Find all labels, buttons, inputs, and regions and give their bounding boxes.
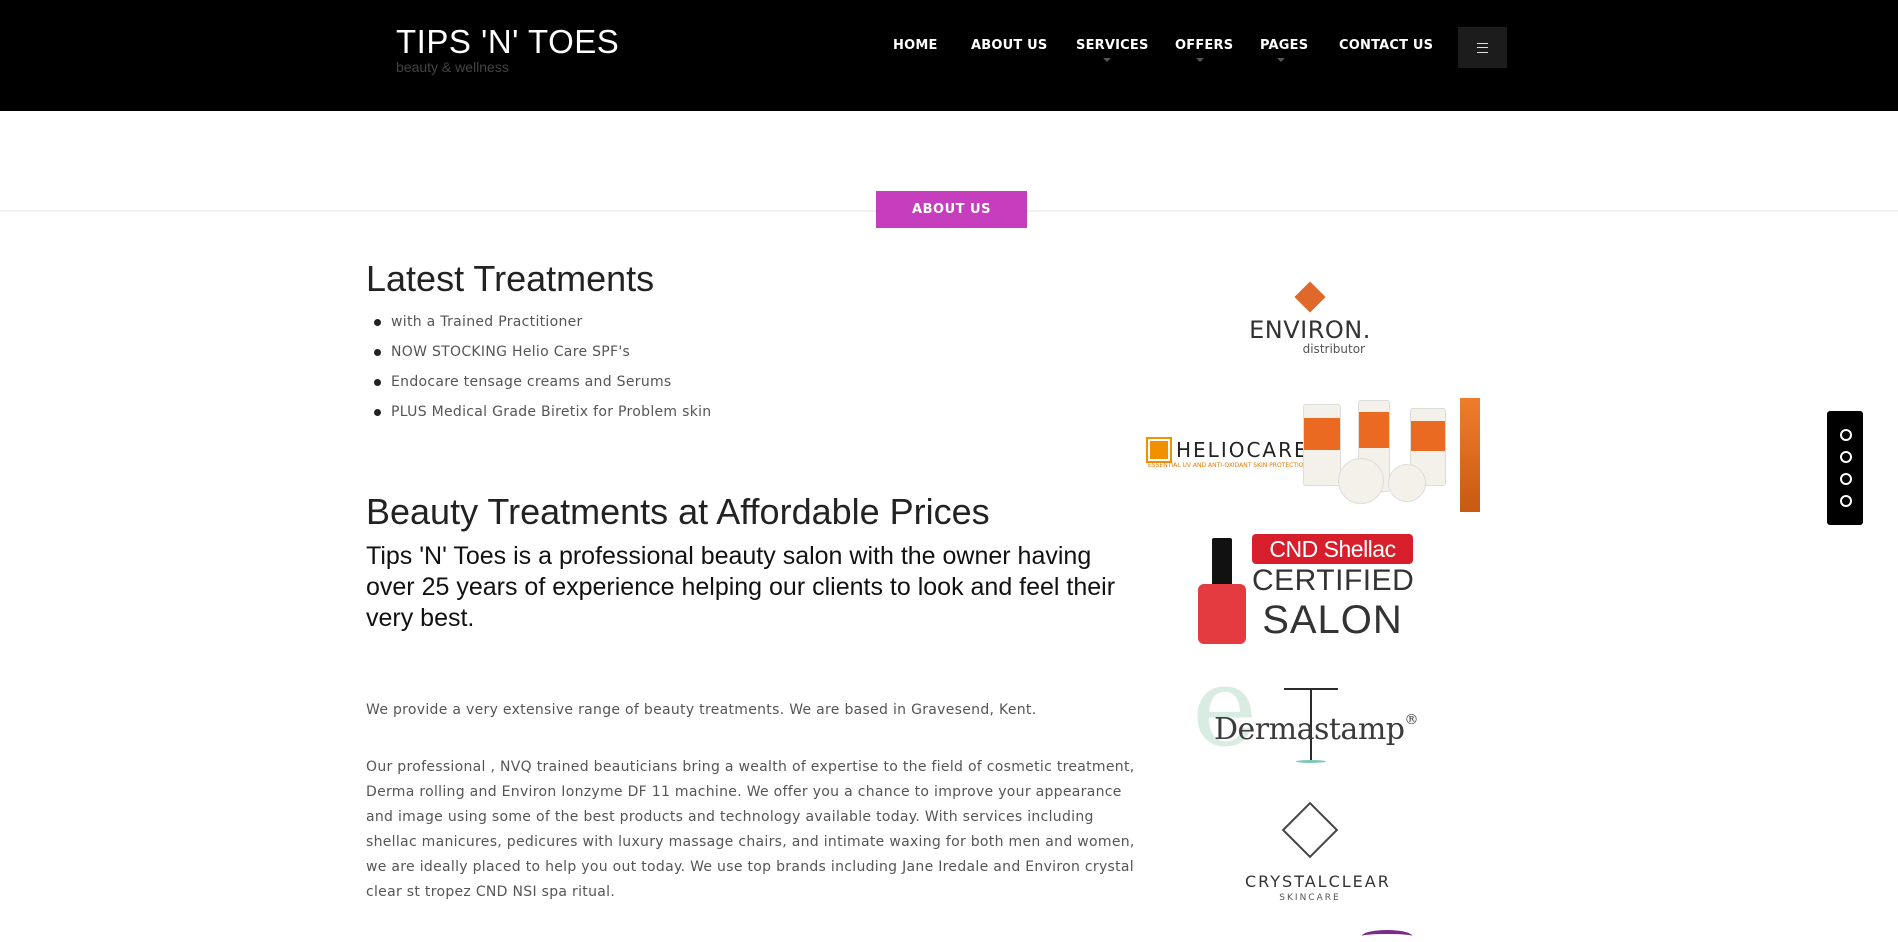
product-image [1338, 458, 1384, 504]
latest-treatments-list: with a Trained Practitioner NOW STOCKING… [366, 310, 711, 430]
intro-lead: Tips 'N' Toes is a professional beauty s… [366, 542, 1116, 632]
cnd-badge: CND Shellac [1252, 534, 1413, 564]
beauty-treatments-heading: Beauty Treatments at Affordable Prices [366, 491, 990, 532]
nav-pages[interactable]: PAGES [1260, 38, 1308, 53]
heliocare-strip [1460, 398, 1480, 512]
hamburger-icon [1477, 42, 1488, 53]
list-item: PLUS Medical Grade Biretix for Problem s… [366, 400, 711, 430]
nav-about-us[interactable]: ABOUT US [971, 38, 1048, 53]
heliocare-name: HELIOCARE [1176, 438, 1309, 462]
dermastamp-foot [1296, 760, 1326, 763]
hamburger-menu-button[interactable] [1458, 27, 1507, 68]
nav-offers[interactable]: OFFERS [1175, 38, 1233, 53]
crystalclear-sub: SKINCARE [1279, 893, 1341, 903]
circle-outline-icon[interactable] [1840, 495, 1852, 507]
nav-home[interactable]: HOME [893, 38, 938, 53]
nail-polish-icon [1198, 538, 1246, 648]
list-item: NOW STOCKING Helio Care SPF's [366, 340, 711, 370]
nav-services[interactable]: SERVICES [1076, 38, 1149, 53]
dermastamp-logo[interactable]: e Dermastamp® [1192, 652, 1442, 768]
crystalclear-name: CRYSTALCLEAR [1245, 872, 1391, 891]
intro-paragraph: We provide a very extensive range of bea… [366, 702, 1037, 718]
product-image [1388, 464, 1426, 502]
services-paragraph: Our professional , NVQ trained beauticia… [366, 759, 1135, 900]
next-logo-partial [1362, 930, 1412, 942]
circle-outline-icon[interactable] [1840, 429, 1852, 441]
site-header: TIPS 'N' TOES beauty & wellness HOME ABO… [0, 0, 1898, 111]
chevron-down-icon [1103, 58, 1111, 62]
cnd-certified: CERTIFIED [1252, 564, 1415, 597]
section-dot-nav [1827, 411, 1863, 525]
list-item: Endocare tensage creams and Serums [366, 370, 711, 400]
heliocare-tagline: ESSENTIAL UV AND ANTI-OXIDANT SKIN PROTE… [1148, 462, 1308, 469]
heliocare-logo[interactable]: HELIOCARE ESSENTIAL UV AND ANTI-OXIDANT … [1146, 398, 1480, 512]
diamond-icon [1281, 801, 1339, 859]
circle-outline-icon[interactable] [1840, 451, 1852, 463]
brand-title: TIPS 'N' TOES [396, 23, 620, 60]
environ-mark-icon [1294, 281, 1326, 313]
chevron-down-icon [1196, 58, 1204, 62]
list-item: with a Trained Practitioner [366, 310, 711, 340]
product-image [1303, 404, 1341, 486]
about-us-tab[interactable]: ABOUT US [876, 191, 1027, 228]
brand-tagline: beauty & wellness [396, 59, 509, 75]
cnd-salon: SALON [1262, 598, 1403, 642]
crystalclear-logo[interactable]: CRYSTALCLEAR SKINCARE [1245, 800, 1391, 912]
chevron-down-icon [1277, 58, 1285, 62]
circle-outline-icon[interactable] [1840, 473, 1852, 485]
cnd-shellac-logo[interactable]: CND Shellac CERTIFIED SALON [1190, 528, 1430, 653]
heliocare-sun-icon [1146, 437, 1172, 463]
dermastamp-name: Dermastamp® [1214, 712, 1418, 747]
heliocare-brandline: HELIOCARE [1146, 437, 1309, 463]
nav-contact-us[interactable]: CONTACT US [1339, 38, 1433, 53]
environ-name: ENVIRON. [1249, 316, 1371, 344]
latest-treatments-heading: Latest Treatments [366, 258, 655, 299]
site-logo[interactable]: TIPS 'N' TOES beauty & wellness [396, 22, 619, 74]
environ-sub: distributor [1302, 342, 1365, 356]
environ-logo[interactable]: ENVIRON. distributor [1245, 281, 1375, 362]
